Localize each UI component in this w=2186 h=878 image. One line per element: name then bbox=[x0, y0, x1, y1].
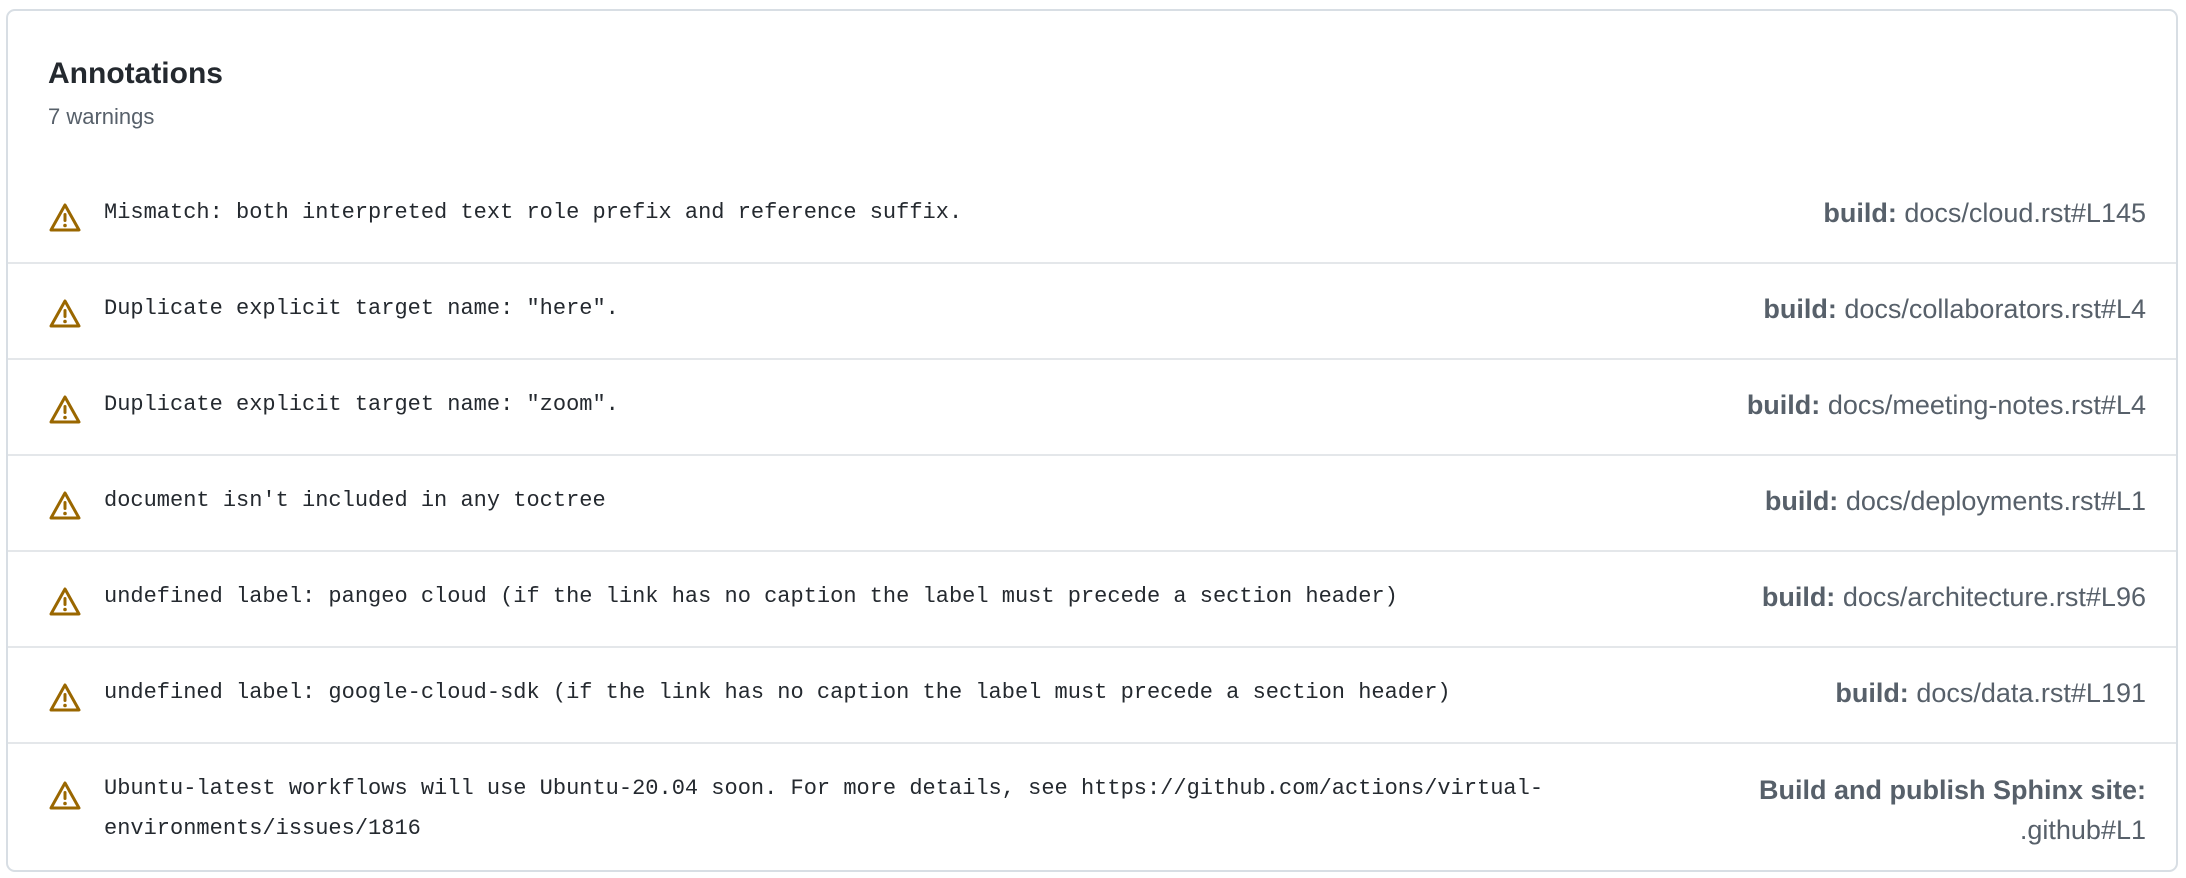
annotation-location-link[interactable]: build: docs/collaborators.rst#L4 bbox=[1763, 289, 2146, 329]
annotation-job: build: bbox=[1746, 390, 1821, 420]
annotation-job: build: bbox=[1823, 198, 1897, 228]
annotation-message: undefined label: pangeo cloud (if the li… bbox=[104, 584, 1398, 609]
annotation-row: Mismatch: both interpreted text role pre… bbox=[8, 168, 2176, 264]
annotations-header: Annotations 7 warnings bbox=[48, 59, 223, 128]
annotation-message: undefined label: google-cloud-sdk (if th… bbox=[104, 680, 1451, 705]
annotation-file[interactable]: docs/collaborators.rst#L4 bbox=[1844, 294, 2146, 324]
annotation-job: build: bbox=[1764, 486, 1839, 516]
annotation-row: undefined label: pangeo cloud (if the li… bbox=[8, 552, 2176, 648]
annotation-file[interactable]: docs/data.rst#L191 bbox=[1916, 678, 2146, 708]
alert-triangle-icon bbox=[49, 587, 81, 616]
annotation-job: build: bbox=[1763, 294, 1837, 324]
annotation-location-link[interactable]: build: docs/architecture.rst#L96 bbox=[1762, 577, 2146, 617]
annotations-title: Annotations bbox=[48, 57, 223, 90]
annotation-message: Ubuntu-latest workflows will use Ubuntu-… bbox=[104, 776, 1544, 841]
warnings-count: 7 warnings bbox=[48, 104, 155, 129]
annotation-message: document isn't included in any toctree bbox=[104, 488, 606, 513]
annotation-message: Mismatch: both interpreted text role pre… bbox=[104, 200, 963, 225]
annotation-file[interactable]: docs/meeting-notes.rst#L4 bbox=[1828, 390, 2146, 420]
annotation-list: Mismatch: both interpreted text role pre… bbox=[8, 168, 2176, 870]
alert-triangle-icon bbox=[49, 203, 81, 232]
annotation-file[interactable]: .github#L1 bbox=[2020, 815, 2146, 845]
annotation-location-link[interactable]: build: docs/data.rst#L191 bbox=[1835, 673, 2146, 713]
annotation-row: Ubuntu-latest workflows will use Ubuntu-… bbox=[8, 744, 2176, 870]
alert-triangle-icon bbox=[49, 395, 81, 424]
annotation-location-link[interactable]: build: docs/deployments.rst#L1 bbox=[1765, 481, 2146, 521]
alert-triangle-icon bbox=[49, 683, 81, 712]
annotation-message: Duplicate explicit target name: "here". bbox=[104, 296, 619, 321]
annotation-file[interactable]: docs/deployments.rst#L1 bbox=[1846, 486, 2146, 516]
annotation-row: Duplicate explicit target name: "zoom". … bbox=[8, 360, 2176, 456]
annotation-row: Duplicate explicit target name: "here". … bbox=[8, 264, 2176, 360]
annotation-location-link[interactable]: Build and publish Sphinx site: .github#L1 bbox=[1726, 770, 2146, 850]
annotation-row: undefined label: google-cloud-sdk (if th… bbox=[8, 648, 2176, 744]
annotation-file[interactable]: docs/architecture.rst#L96 bbox=[1843, 582, 2146, 612]
annotation-job: build: bbox=[1761, 582, 1836, 612]
annotation-row: document isn't included in any toctree b… bbox=[8, 456, 2176, 552]
annotation-job: build: bbox=[1835, 678, 1909, 708]
annotation-location-link[interactable]: build: docs/cloud.rst#L145 bbox=[1823, 193, 2146, 233]
alert-triangle-icon bbox=[49, 491, 81, 520]
annotation-message: Duplicate explicit target name: "zoom". bbox=[104, 392, 619, 417]
alert-triangle-icon bbox=[49, 299, 81, 328]
annotation-job: Build and publish Sphinx site: bbox=[1758, 775, 2146, 805]
annotation-location-link[interactable]: build: docs/meeting-notes.rst#L4 bbox=[1747, 385, 2146, 425]
annotation-file[interactable]: docs/cloud.rst#L145 bbox=[1904, 198, 2146, 228]
alert-triangle-icon bbox=[49, 781, 81, 810]
annotations-panel: Annotations 7 warnings Mismatch: both in… bbox=[6, 9, 2178, 872]
